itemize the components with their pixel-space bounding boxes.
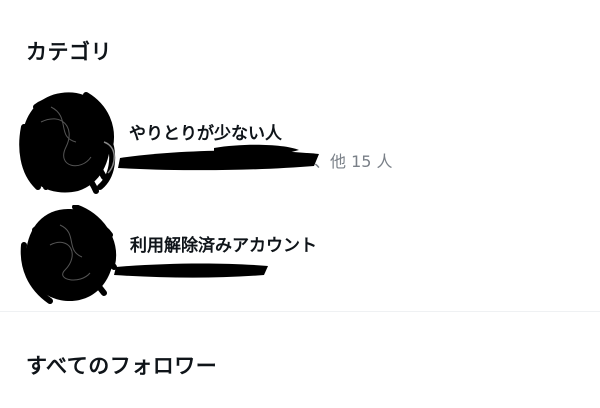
- category-member-count: 、他 15 人: [314, 152, 393, 171]
- all-followers-heading: すべてのフォロワー: [26, 354, 218, 378]
- section-divider: [0, 311, 600, 312]
- redacted-usernames: [114, 263, 268, 278]
- redacted-avatar: [19, 92, 116, 194]
- redacted-avatar: [20, 205, 117, 304]
- category-item-less-interaction[interactable]: やりとりが少ない人 、他 15 人: [0, 84, 600, 194]
- category-item-deactivated-accounts[interactable]: 利用解除済みアカウント: [0, 200, 600, 308]
- categories-heading: カテゴリ: [26, 40, 112, 64]
- category-label: 利用解除済みアカウント: [130, 236, 317, 256]
- redacted-usernames: [118, 144, 319, 171]
